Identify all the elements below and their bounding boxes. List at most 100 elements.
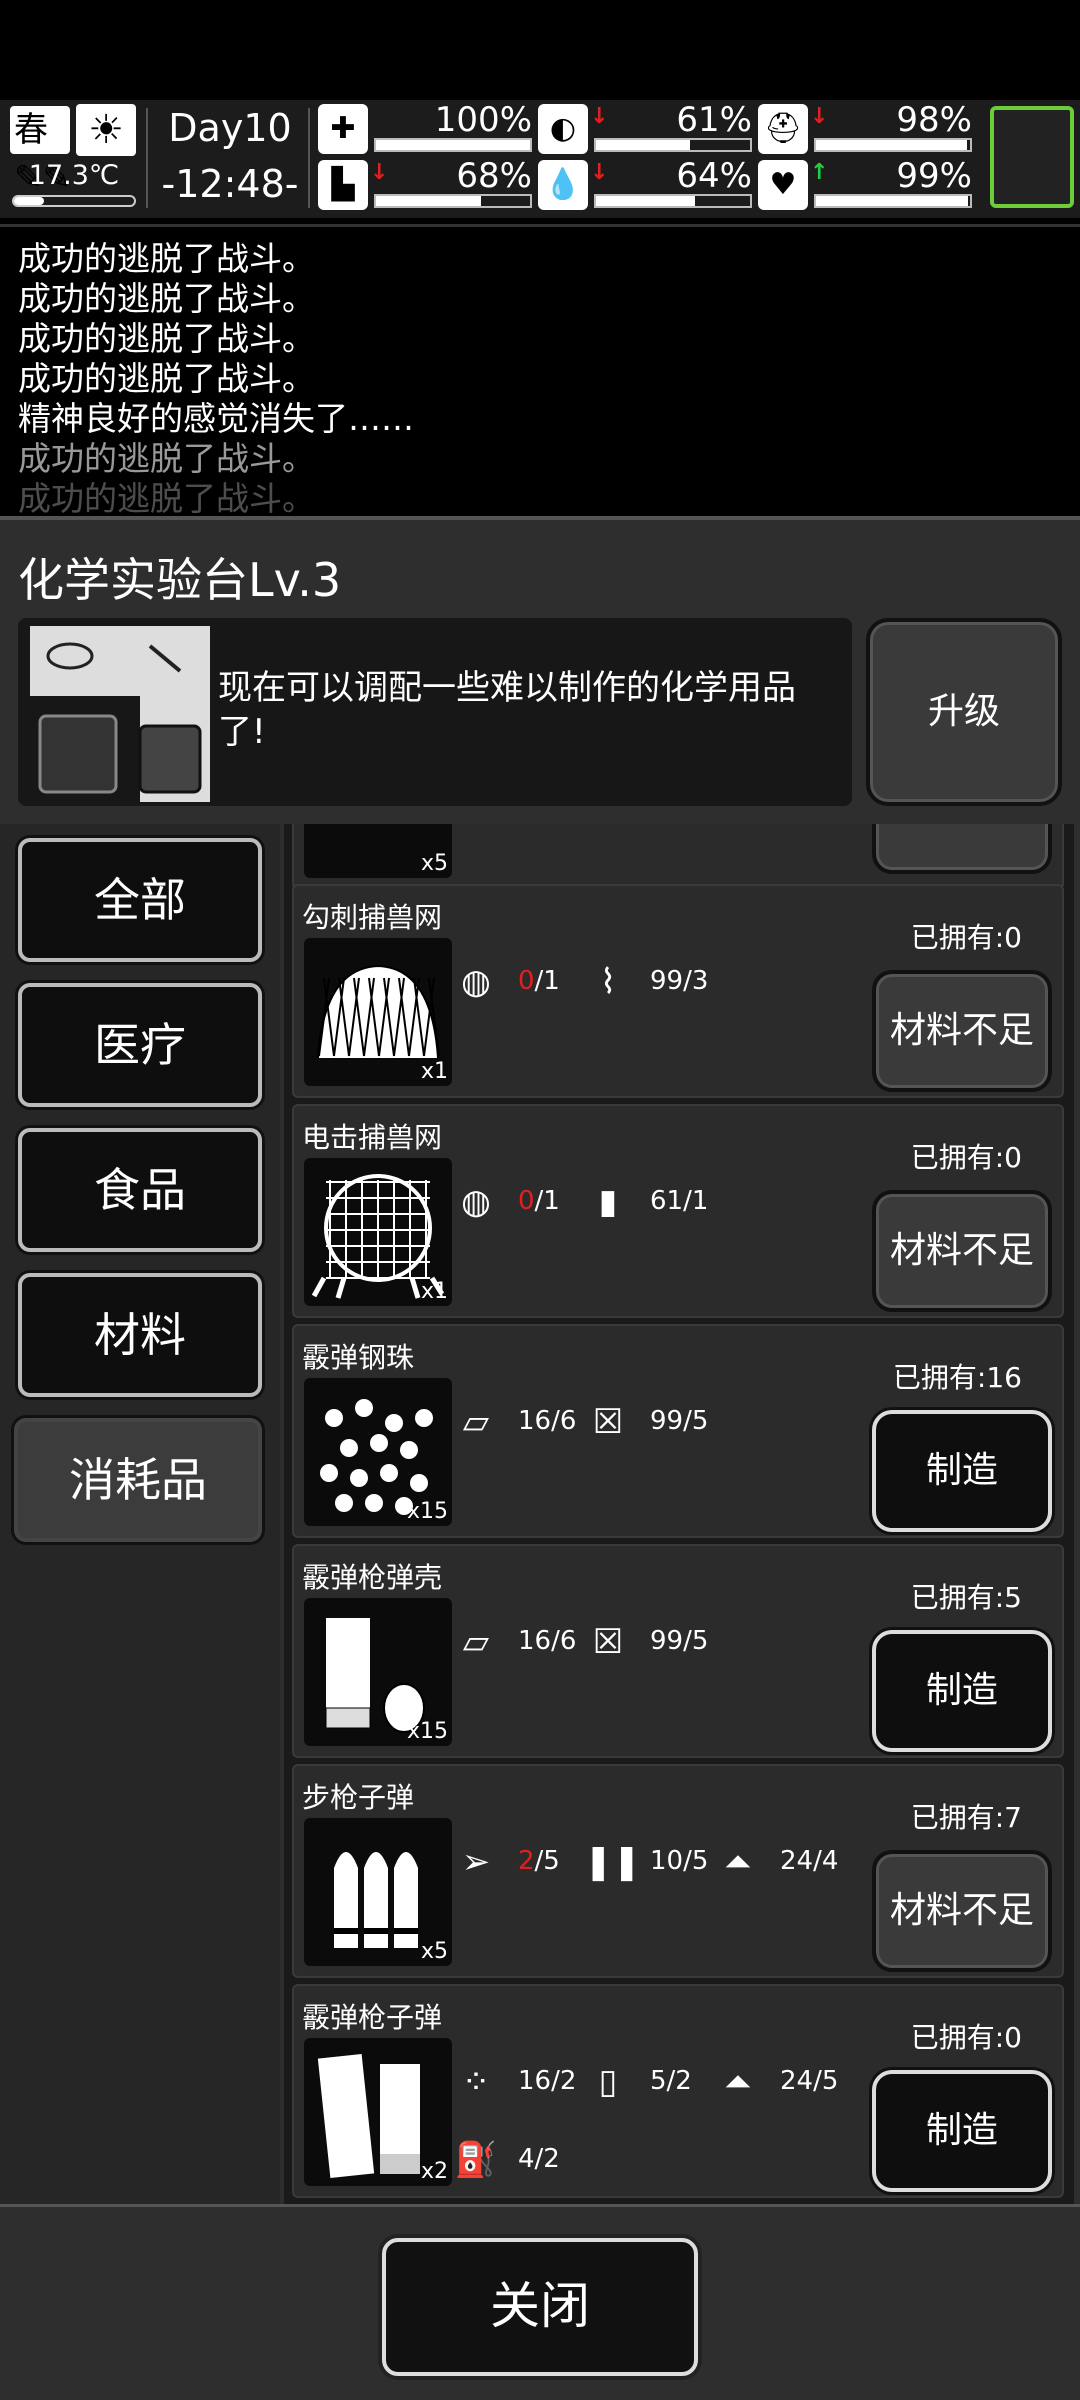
category-tab[interactable]: 消耗品 (14, 1418, 262, 1542)
material-count: 0/1 (518, 1186, 560, 1216)
recipe-name: 步枪子弹 (302, 1781, 415, 1814)
material-count: 2/5 (518, 1846, 560, 1876)
item-thumbnail: x5 (304, 824, 452, 878)
category-tab[interactable]: 医疗 (18, 983, 262, 1107)
sun-icon: ☀ (76, 104, 136, 156)
item-quantity: x15 (406, 1719, 448, 1744)
material-count: 99/3 (650, 966, 708, 996)
material-need: /5 (534, 1846, 560, 1876)
item-quantity: x15 (406, 1499, 448, 1524)
material-count: 16/2 (518, 2066, 576, 2096)
craft-button[interactable]: 制造 (872, 1630, 1052, 1752)
owned-count: 已拥有:0 (910, 2021, 1022, 2054)
recipe-thumbnail-icon: x5 (304, 1818, 452, 1966)
trend-down-arrow-icon: ↓ (590, 160, 609, 185)
recipe-name: 霰弹钢珠 (302, 1341, 415, 1374)
recipe-thumbnail-icon: x1 (304, 938, 452, 1086)
recipe-card: 勾刺捕兽网 已拥有:0 x1 ◍ 0/1 ⌇ 99/3 材料不足 (292, 884, 1064, 1098)
status-stat: 💧 ↓ 64% (538, 156, 758, 214)
status-stat: ✚ 100% (318, 100, 538, 158)
insufficient-materials-button[interactable]: 材料不足 (872, 1190, 1052, 1312)
material-have: 10/5 (650, 1846, 709, 1876)
material-count: 10/5 (650, 1846, 708, 1876)
material-have: 16/2 (518, 2066, 577, 2096)
net-icon: ◍ (461, 1182, 491, 1222)
craft-button-partial[interactable] (872, 824, 1052, 874)
metal-plate-icon: ▱ (462, 1622, 490, 1662)
recipe-card: 电击捕兽网 已拥有:0 x1 ◍ 0/1 ▮ 61/1 材料不足 (292, 1104, 1064, 1318)
bullet-head-icon: ➢ (461, 1842, 491, 1882)
recipe-card: 步枪子弹 已拥有:7 x5 ➢ 2/5 ❚❚ 10/5 ⏶ 24/4 材料不足 (292, 1764, 1064, 1978)
season-indicator: 春✎✎ (10, 106, 71, 198)
divider (308, 108, 310, 208)
recipe-card-partial: x5 (292, 824, 1064, 890)
fuel-can-icon: ⛽ (454, 2140, 498, 2180)
owned-count: 已拥有:7 (910, 1801, 1022, 1834)
boot-icon: ▙ (318, 160, 368, 210)
material-count: 5/2 (650, 2066, 692, 2096)
material-have: 61/1 (650, 1186, 709, 1216)
day-label: Day10 (168, 106, 292, 150)
recipe-list[interactable]: x5 勾刺捕兽网 已拥有:0 x1 ◍ 0/1 ⌇ 99/3 材料不足 电击捕兽网 已拥有:0 x1… (284, 824, 1074, 2204)
upgrade-button[interactable]: 升级 (866, 618, 1062, 806)
temperature-label: 17.3℃ (28, 160, 120, 191)
recipe-thumbnail-icon: x2 (304, 2038, 452, 2186)
shell-casing-icon: ▯ (598, 2062, 618, 2102)
metal-plate-icon: ▱ (462, 1402, 490, 1442)
craft-button[interactable]: 制造 (872, 2070, 1052, 2192)
material-have: 16/6 (518, 1406, 577, 1436)
heart-icon: ♥ (758, 160, 808, 210)
item-quantity: x2 (420, 2159, 448, 2184)
medical-kit-icon: ✚ (318, 104, 368, 154)
material-count: 16/6 (518, 1406, 576, 1436)
material-count: 61/1 (650, 1186, 708, 1216)
log-line: 成功的逃脱了战斗。 (18, 319, 315, 358)
description-box: 现在可以调配一些难以制作的化学用品了! (18, 618, 852, 806)
category-tab[interactable]: 材料 (18, 1273, 262, 1397)
log-line: 成功的逃脱了战斗。 (18, 239, 315, 278)
log-line: 成功的逃脱了战斗。 (18, 359, 315, 398)
insufficient-materials-button[interactable]: 材料不足 (872, 970, 1052, 1092)
gunpowder-icon: ⏶ (724, 1842, 752, 1882)
water-drop-icon: 💧 (538, 160, 588, 210)
status-stat: ⛑ ↓ 98% (758, 100, 978, 158)
craft-button[interactable]: 制造 (872, 1410, 1052, 1532)
stat-value: 61% (676, 100, 752, 140)
message-log: 成功的逃脱了战斗。 成功的逃脱了战斗。 成功的逃脱了战斗。 成功的逃脱了战斗。 精神良好… (0, 224, 1080, 514)
gunpowder-icon: ⏶ (724, 2062, 752, 2102)
material-count: 0/1 (518, 966, 560, 996)
stomach-icon: ◐ (538, 104, 588, 154)
category-tab[interactable]: 全部 (18, 838, 262, 962)
equipment-slot[interactable] (990, 106, 1074, 208)
recipe-name: 霰弹枪弹壳 (302, 1561, 443, 1594)
log-line: 成功的逃脱了战斗。 (18, 439, 315, 478)
net-icon: ◍ (461, 962, 491, 1002)
close-button[interactable]: 关闭 (382, 2238, 698, 2376)
material-have: 16/6 (518, 1626, 577, 1656)
recipe-card: 霰弹枪子弹 已拥有:0 x2 ⁘ 16/2 ▯ 5/2 ⏶ 24/5 ⛽ 4/2 制造 (292, 1984, 1064, 2198)
log-line: 成功的逃脱了战斗。 (18, 279, 315, 318)
material-have: 2 (518, 1846, 535, 1876)
stat-bar (594, 194, 752, 208)
lab-bench-icon (30, 626, 210, 802)
divider (0, 2204, 1080, 2207)
item-quantity: x5 (420, 1939, 448, 1964)
material-have: 99/3 (650, 966, 709, 996)
recipe-card: 霰弹钢珠 已拥有:16 x15 ▱ 16/6 ☒ 99/5 制造 (292, 1324, 1064, 1538)
panel-title: 化学实验台Lv.3 (18, 553, 342, 607)
divider (146, 108, 148, 208)
recipe-name: 霰弹枪子弹 (302, 2001, 443, 2034)
category-tab[interactable]: 食品 (18, 1128, 262, 1252)
stat-value: 100% (434, 100, 532, 140)
material-have: 0 (518, 966, 535, 996)
stat-bar (814, 194, 972, 208)
material-need: /1 (534, 1186, 560, 1216)
stat-bar (374, 138, 532, 152)
temperature-bar (12, 195, 136, 207)
log-line: 成功的逃脱了战斗。 (18, 479, 315, 514)
trend-down-arrow-icon: ↓ (810, 104, 829, 129)
stat-bar (594, 138, 752, 152)
material-count: 4/2 (518, 2144, 560, 2174)
insufficient-materials-button[interactable]: 材料不足 (872, 1850, 1052, 1972)
stat-bar (814, 138, 972, 152)
